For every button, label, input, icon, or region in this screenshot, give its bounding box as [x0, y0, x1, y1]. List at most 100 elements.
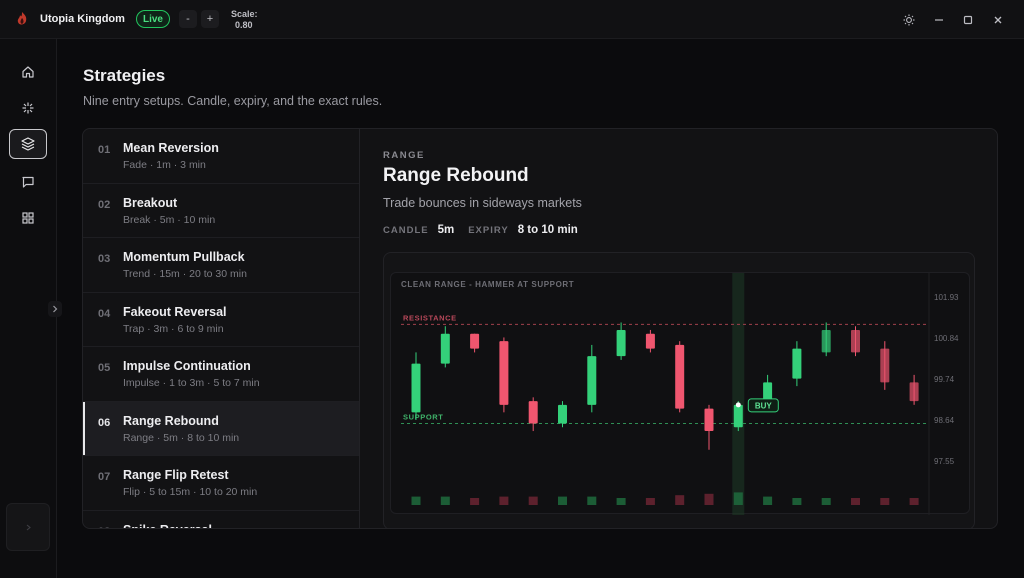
volume-bar [587, 496, 597, 505]
buy-signal-label: BUY [755, 401, 773, 410]
zoom-in-button[interactable]: + [201, 10, 219, 28]
strategy-item[interactable]: 05 Impulse Continuation Impulse · 1 to 3m … [83, 347, 359, 402]
maximize-icon [963, 15, 973, 25]
strategy-number: 06 [98, 416, 111, 429]
candle-body [470, 333, 480, 349]
candle-value: 5m [437, 224, 455, 236]
expiry-value: 8 to 10 min [517, 224, 578, 236]
nav-strategies-button[interactable] [9, 129, 47, 159]
chat-icon [22, 176, 34, 188]
strategy-number: 02 [98, 198, 111, 211]
signal-highlight-band [732, 273, 745, 515]
strategy-name: Momentum Pullback [123, 250, 245, 264]
candle-body [909, 382, 919, 402]
y-tick-label: 98.64 [934, 416, 955, 425]
y-tick-label: 99.74 [934, 375, 955, 384]
volume-bar [763, 496, 773, 505]
candle-body [792, 348, 802, 379]
candle-body [616, 329, 626, 357]
chart-title: CLEAN RANGE - HAMMER AT SUPPORT [401, 280, 574, 289]
close-button[interactable] [989, 11, 1007, 29]
sidebar-expand-button[interactable] [48, 301, 62, 317]
volume-bar [440, 496, 450, 505]
volume-bar [499, 496, 509, 505]
layers-icon [21, 137, 35, 151]
strategy-name: Impulse Continuation [123, 359, 251, 373]
nav-sparkle-button[interactable] [9, 93, 47, 123]
candle-body [851, 329, 860, 353]
chart-card: CLEAN RANGE - HAMMER AT SUPPORT 101.93 100… [383, 252, 975, 528]
candle-body [587, 356, 597, 405]
left-nav [0, 39, 62, 578]
candle-body [763, 382, 773, 402]
scale-value: 0.80 [235, 20, 253, 30]
candle-body [440, 333, 450, 364]
strategy-meta: Fade · 1m · 3 min [123, 159, 206, 171]
y-tick-label: 100.84 [934, 334, 959, 343]
volume-bar [733, 492, 743, 505]
y-tick-label: 101.93 [934, 293, 959, 302]
strategy-category: RANGE [383, 150, 425, 161]
page-title: Strategies [83, 66, 166, 85]
maximize-button[interactable] [959, 11, 977, 29]
theme-toggle-button[interactable] [900, 11, 918, 29]
candle-body [821, 329, 831, 353]
minimize-button[interactable] [930, 11, 948, 29]
zoom-out-button[interactable]: - [179, 10, 197, 28]
close-icon [994, 16, 1002, 24]
title-bar: Utopia Kingdom Live - + Scale: 0.80 [0, 0, 1024, 39]
volume-bar [821, 498, 831, 505]
nav-home-button[interactable] [9, 57, 47, 87]
candle-body [645, 333, 655, 349]
nav-grid-button[interactable] [9, 203, 47, 233]
signal-dot [735, 402, 741, 408]
volume-bar [909, 498, 919, 505]
strategy-title: Range Rebound [383, 165, 529, 186]
volume-bar [645, 498, 655, 505]
strategy-item[interactable]: 04 Fakeout Reversal Trap · 3m · 6 to 9 min [83, 293, 359, 347]
strategy-tagline: Trade bounces in sideways markets [383, 196, 582, 210]
support-label: SUPPORT [403, 413, 443, 422]
strategy-meta: Trap · 3m · 6 to 9 min [123, 322, 224, 335]
resistance-label: RESISTANCE [403, 313, 457, 322]
volume-bar [851, 498, 860, 505]
strategy-number: 04 [98, 307, 111, 320]
volume-bar [675, 495, 685, 505]
strategy-item[interactable]: 06 Range Rebound Range · 5m · 8 to 10 min [83, 401, 359, 456]
candle-label: CANDLE [383, 225, 429, 236]
strategy-name: Spike Reversal [123, 523, 212, 529]
strategy-number: 03 [98, 253, 111, 265]
grid-icon [22, 212, 34, 224]
strategies-panel: 01 Mean Reversion Fade · 1m · 3 min 02 Break… [82, 128, 998, 529]
volume-bar [528, 496, 538, 505]
strategy-number: 05 [98, 362, 111, 374]
candle-body [675, 344, 685, 409]
home-icon [22, 66, 34, 78]
nav-bottom-widget[interactable] [6, 503, 50, 551]
volume-bar [704, 493, 714, 505]
candle-body [558, 404, 567, 424]
strategy-item[interactable]: 01 Mean Reversion Fade · 1m · 3 min [83, 129, 359, 184]
sparkle-icon [22, 102, 34, 114]
strategy-number: 08 [98, 526, 110, 529]
volume-bar [470, 498, 480, 505]
page-subtitle: Nine entry setups. Candle, expiry, and t… [83, 94, 383, 108]
strategy-specs: CANDLE 5m EXPIRY 8 to 10 min [383, 224, 583, 236]
app-title: Utopia Kingdom [40, 13, 125, 25]
strategy-meta: Range · 5m · 8 to 10 min [123, 431, 240, 444]
live-status-badge: Live [136, 10, 170, 28]
strategy-number: 01 [98, 144, 111, 156]
candle-body [880, 348, 890, 383]
app-logo-icon [17, 12, 27, 25]
candlestick-chart: CLEAN RANGE - HAMMER AT SUPPORT 101.93 100… [390, 272, 970, 515]
nav-chat-button[interactable] [9, 167, 47, 197]
volume-bar [558, 496, 567, 505]
strategy-item[interactable]: 08 Spike Reversal [83, 511, 359, 529]
chevron-right-icon [53, 305, 58, 313]
chevron-right-icon [26, 524, 31, 530]
strategy-meta: Break · 5m · 10 min [123, 213, 216, 226]
strategy-item[interactable]: 02 Breakout Break · 5m · 10 min [83, 184, 359, 238]
strategy-item[interactable]: 07 Range Flip Retest Flip · 5 to 15m · 10 … [83, 456, 359, 511]
strategy-item[interactable]: 03 Momentum Pullback Trend · 15m · 20 to 3… [83, 238, 359, 293]
scale-label: Scale: [231, 9, 258, 19]
